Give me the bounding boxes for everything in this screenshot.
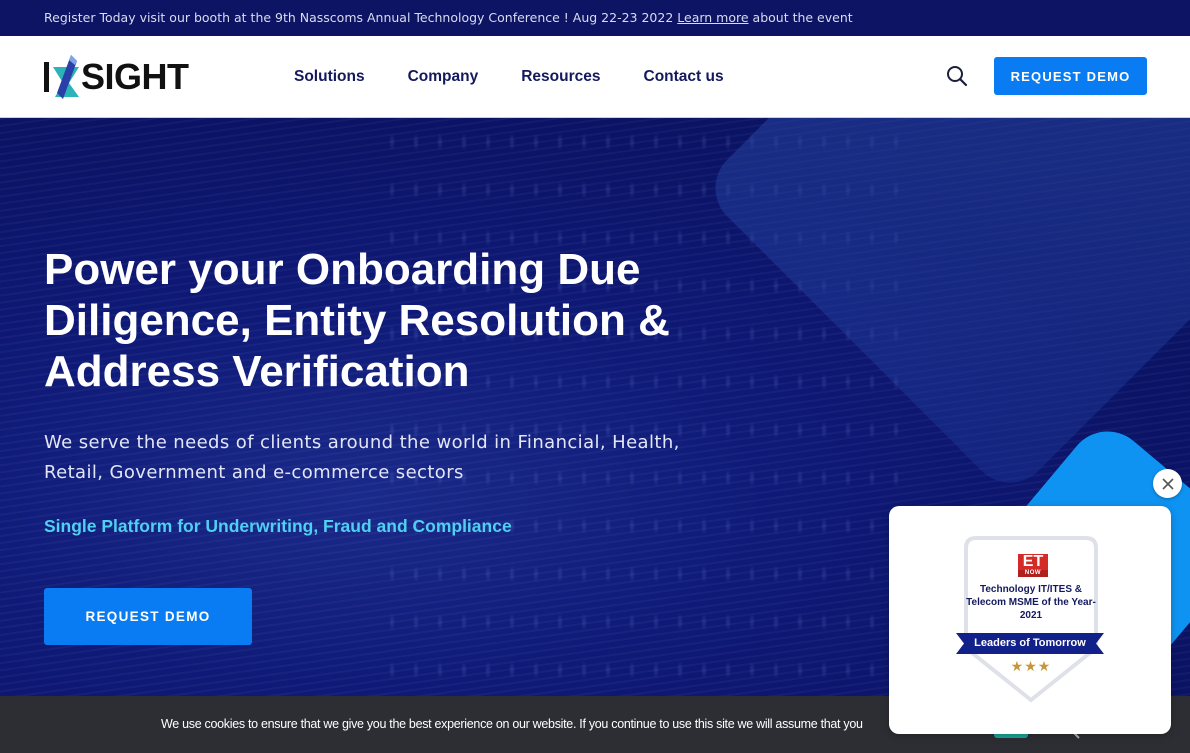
logo[interactable]: SIGHT [44, 53, 189, 101]
award-title: Technology IT/ITES & Telecom MSME of the… [966, 584, 1096, 621]
revain-label: Revain [1101, 710, 1170, 735]
announcement-text: Register Today visit our booth at the 9t… [44, 10, 678, 25]
nav-contact-us[interactable]: Contact us [644, 68, 724, 86]
site-header: SIGHT Solutions Company Resources Contac… [0, 36, 1190, 118]
search-icon [947, 66, 968, 87]
announcement-text-suffix: about the event [748, 10, 853, 25]
logo-text: SIGHT [81, 56, 189, 97]
main-nav: Solutions Company Resources Contact us [294, 36, 724, 118]
revain-logo-icon [1057, 707, 1084, 739]
hero-tagline: Single Platform for Underwriting, Fraud … [44, 516, 512, 536]
announcement-bar: Register Today visit our booth at the 9t… [0, 0, 1190, 36]
learn-more-link[interactable]: Learn more [677, 10, 748, 25]
request-demo-hero-button[interactable]: REQUEST DEMO [44, 588, 252, 645]
award-ribbon-label: Leaders of Tomorrow [974, 637, 1086, 649]
hero-title: Power your Onboarding Due Diligence, Ent… [44, 245, 670, 396]
hero-subtitle: We serve the needs of clients around the… [44, 432, 680, 483]
nav-solutions[interactable]: Solutions [294, 68, 365, 86]
nav-company[interactable]: Company [408, 68, 479, 86]
cookie-message: We use cookies to ensure that we give yo… [161, 717, 863, 731]
now-logo-text: NOW [1018, 570, 1048, 577]
popup-close-button[interactable] [1153, 469, 1182, 498]
et-logo-text: ET [1022, 553, 1044, 570]
award-star-rating: ★★★ [1010, 658, 1052, 674]
nav-resources[interactable]: Resources [521, 68, 600, 86]
close-icon [1161, 477, 1174, 490]
logo-mark-icon [53, 55, 79, 99]
logo-letter-i [44, 62, 49, 92]
revain-watermark: Revain [1055, 706, 1169, 740]
et-now-logo: ET NOW [1018, 554, 1048, 577]
search-button[interactable] [944, 63, 970, 89]
request-demo-header-button[interactable]: REQUEST DEMO [994, 57, 1147, 95]
